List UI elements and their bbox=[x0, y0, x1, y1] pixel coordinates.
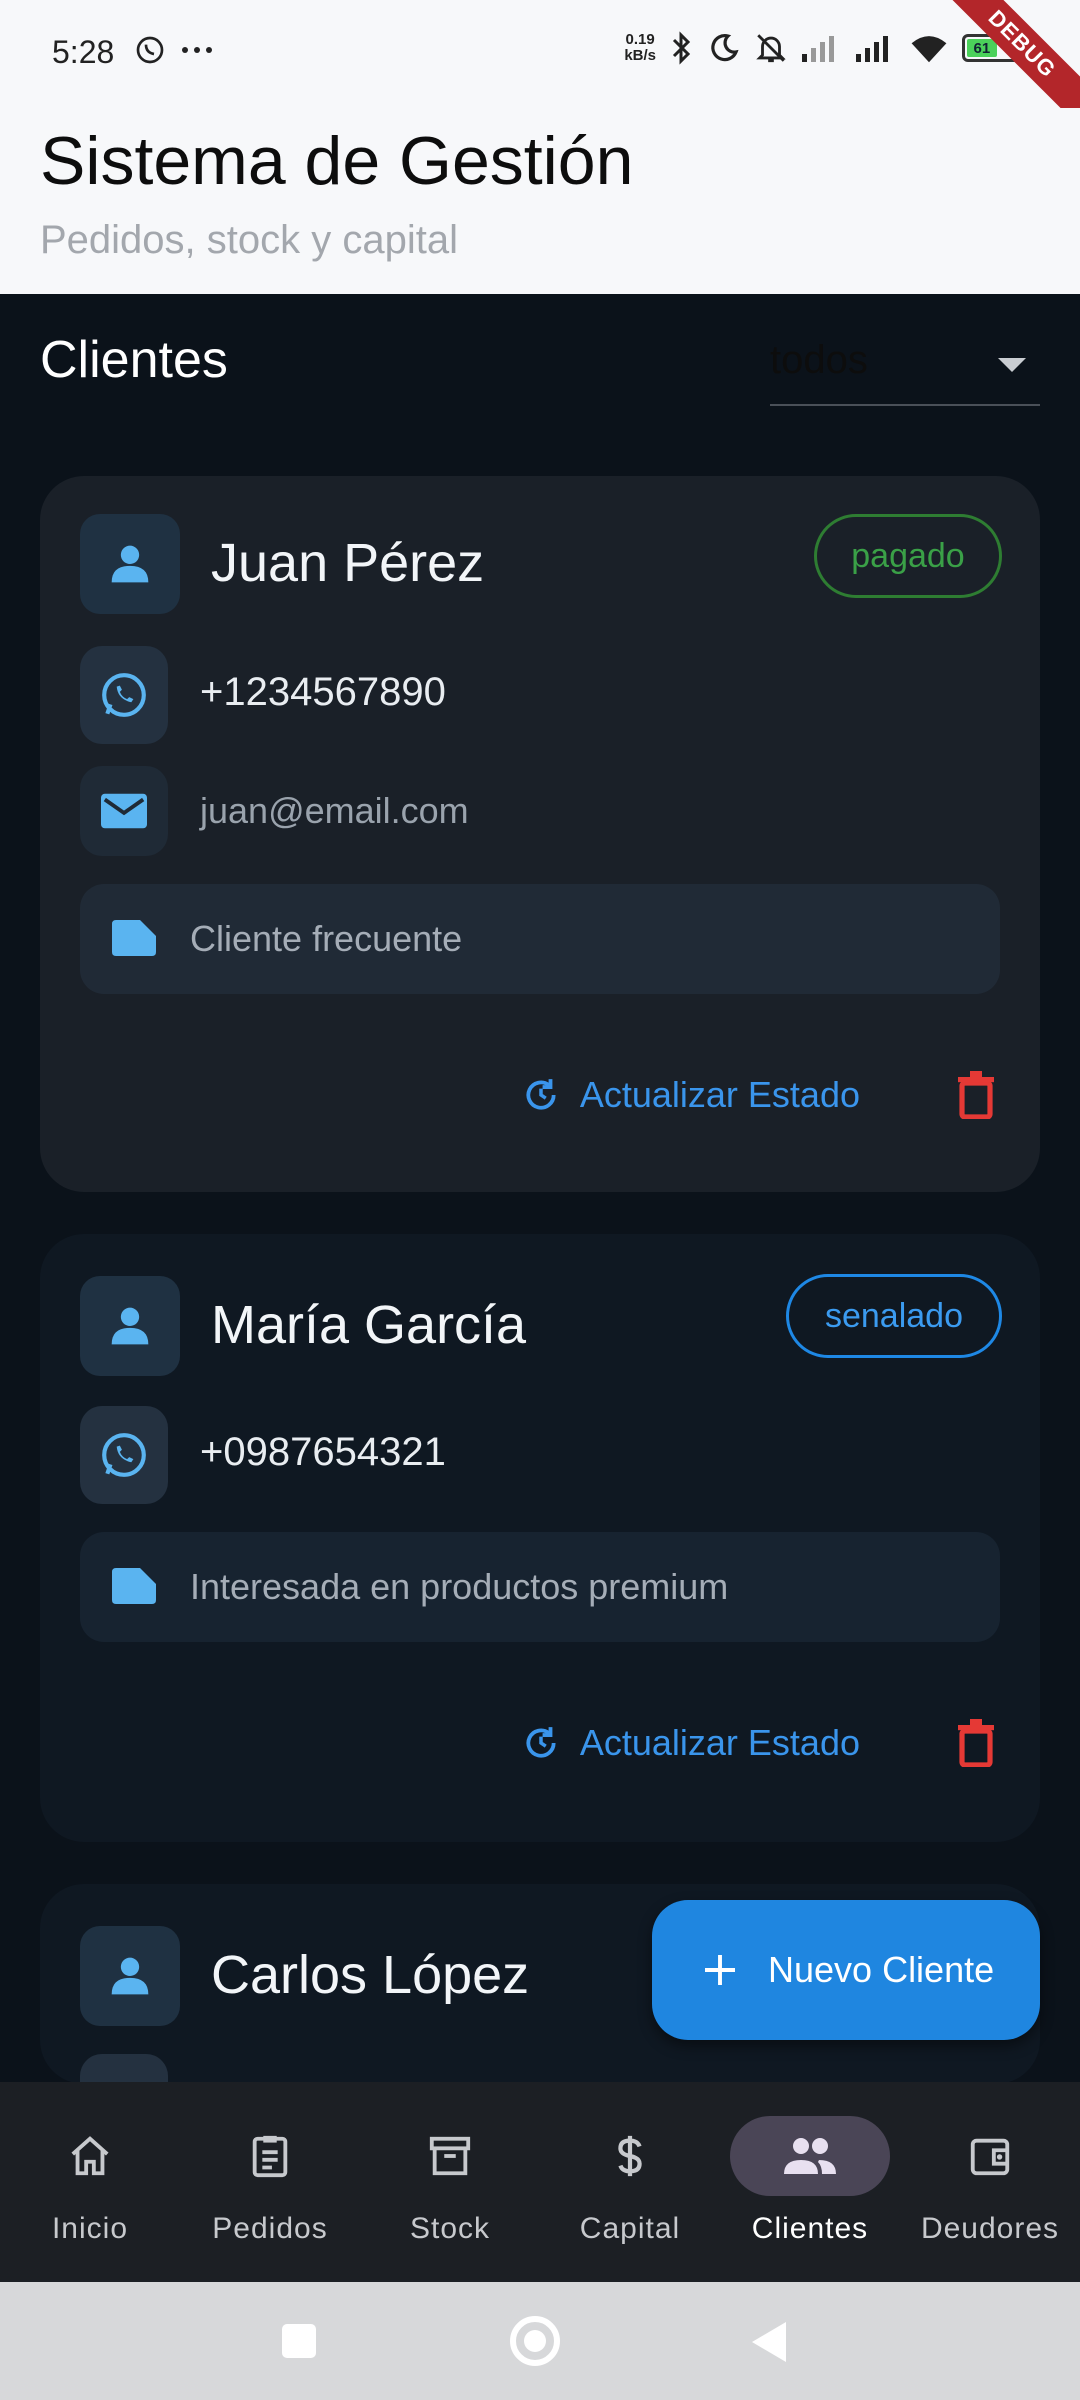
email-icon bbox=[101, 793, 147, 829]
avatar bbox=[80, 1926, 180, 2026]
whatsapp-icon bbox=[102, 673, 146, 717]
signal-weak-icon bbox=[802, 36, 834, 62]
people-icon bbox=[784, 2138, 836, 2174]
update-status-button[interactable]: Actualizar Estado bbox=[522, 1722, 860, 1764]
client-phone: +0987654321 bbox=[200, 1430, 446, 1474]
nav-item-clientes[interactable]: Clientes bbox=[720, 2082, 900, 2282]
wallet-icon bbox=[970, 2138, 1010, 2176]
section-title: Clientes bbox=[40, 331, 228, 389]
client-name: María García bbox=[211, 1295, 527, 1355]
clipboard-icon bbox=[252, 2135, 288, 2178]
client-name: Juan Pérez bbox=[211, 533, 485, 593]
nav-item-deudores[interactable]: Deudores bbox=[900, 2082, 1080, 2282]
email-button[interactable] bbox=[80, 766, 168, 856]
client-card: María García senalado +0987654321 Intere… bbox=[40, 1234, 1040, 1842]
delete-button[interactable] bbox=[952, 1070, 1000, 1120]
home-icon bbox=[71, 2136, 109, 2176]
moon-icon bbox=[711, 33, 739, 62]
note-icon bbox=[112, 1568, 156, 1604]
nav-item-stock[interactable]: Stock bbox=[360, 2082, 540, 2282]
whatsapp-button[interactable] bbox=[80, 2054, 168, 2084]
bottom-navigation: Inicio Pedidos Stock Capital Clientes De… bbox=[0, 2082, 1080, 2282]
nav-item-pedidos[interactable]: Pedidos bbox=[180, 2082, 360, 2282]
bluetooth-icon bbox=[672, 31, 691, 65]
new-client-button[interactable]: Nuevo Cliente bbox=[652, 1900, 1040, 2040]
update-icon bbox=[526, 1727, 556, 1758]
back-triangle-icon[interactable] bbox=[752, 2322, 786, 2362]
archive-box-icon bbox=[429, 2136, 471, 2176]
nav-item-inicio[interactable]: Inicio bbox=[0, 2082, 180, 2282]
update-icon bbox=[526, 1079, 556, 1110]
avatar bbox=[80, 514, 180, 614]
app-header: Sistema de Gestión Pedidos, stock y capi… bbox=[0, 108, 1080, 294]
note-text: Interesada en productos premium bbox=[190, 1566, 729, 1607]
note-icon bbox=[112, 920, 156, 956]
dollar-icon bbox=[618, 2135, 642, 2177]
client-note: Cliente frecuente bbox=[80, 884, 1000, 994]
system-navigation-bar bbox=[0, 2282, 1080, 2400]
client-name: Carlos López bbox=[211, 1945, 530, 2005]
trash-icon bbox=[958, 1071, 994, 1119]
client-card: Juan Pérez pagado +1234567890 juan@email… bbox=[40, 476, 1040, 1192]
person-icon bbox=[111, 1307, 149, 1345]
bell-off-icon bbox=[756, 34, 786, 63]
delete-button[interactable] bbox=[952, 1718, 1000, 1768]
whatsapp-button[interactable] bbox=[80, 1406, 168, 1504]
whatsapp-icon bbox=[102, 1433, 146, 1477]
person-icon bbox=[111, 545, 149, 583]
client-phone: +1234567890 bbox=[200, 670, 446, 714]
status-badge: pagado bbox=[814, 514, 1002, 598]
update-status-button[interactable]: Actualizar Estado bbox=[522, 1074, 860, 1116]
note-text: Cliente frecuente bbox=[190, 918, 463, 959]
status-filter-dropdown[interactable]: todos bbox=[770, 330, 1040, 406]
whatsapp-notification-icon bbox=[136, 36, 164, 64]
client-email: juan@email.com bbox=[200, 790, 469, 831]
recents-icon[interactable] bbox=[282, 2324, 316, 2358]
page-subtitle: Pedidos, stock y capital bbox=[40, 218, 458, 262]
filter-selected-value: todos bbox=[770, 338, 868, 382]
person-icon bbox=[111, 1957, 149, 1995]
home-circle-icon[interactable] bbox=[510, 2316, 560, 2366]
more-dots-icon bbox=[182, 47, 212, 53]
caret-down-icon bbox=[998, 358, 1026, 372]
whatsapp-button[interactable] bbox=[80, 646, 168, 744]
client-note: Interesada en productos premium bbox=[80, 1532, 1000, 1642]
trash-icon bbox=[958, 1719, 994, 1767]
avatar bbox=[80, 1276, 180, 1376]
wifi-icon bbox=[911, 36, 947, 63]
status-time: 5:28 bbox=[52, 34, 115, 70]
network-speed: 0.19 kB/s bbox=[624, 31, 656, 64]
status-bar: 5:28 0.19 kB/s 61 DEBUG bbox=[0, 0, 1080, 135]
signal-strong-icon bbox=[856, 36, 888, 62]
nav-item-capital[interactable]: Capital bbox=[540, 2082, 720, 2282]
plus-icon bbox=[705, 1955, 735, 1985]
page-title: Sistema de Gestión bbox=[40, 123, 634, 199]
status-badge: senalado bbox=[786, 1274, 1002, 1358]
